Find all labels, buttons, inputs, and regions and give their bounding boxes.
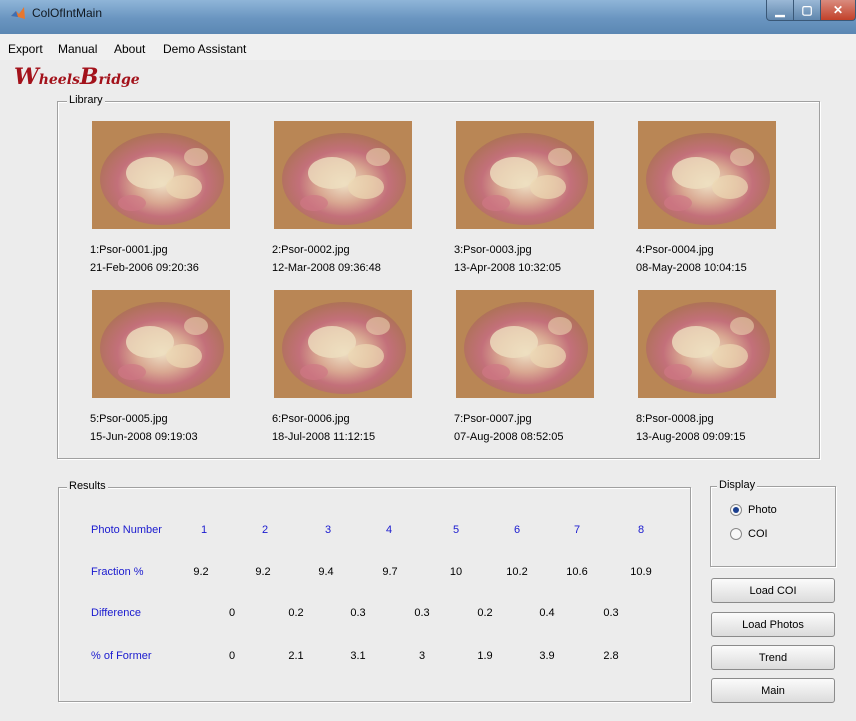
difference-value: 0 — [228, 607, 236, 619]
photo-filename: 3:Psor-0003.jpg — [454, 244, 532, 256]
close-icon: ✕ — [832, 3, 844, 17]
photo-date: 13-Apr-2008 10:32:05 — [454, 262, 562, 274]
difference-value: 0.2 — [288, 607, 304, 619]
difference-value: 0.3 — [414, 607, 430, 619]
photo-number-value: 8 — [637, 524, 645, 536]
photo-thumbnail[interactable] — [456, 121, 594, 229]
close-button[interactable]: ✕ — [820, 0, 856, 21]
radio-coi[interactable]: COI — [730, 528, 768, 540]
photo-thumbnail[interactable] — [638, 121, 776, 229]
difference-value: 0.2 — [477, 607, 493, 619]
pct-former-value: 3 — [418, 650, 426, 662]
main-button[interactable]: Main — [711, 678, 835, 703]
pct-former-value: 3.9 — [539, 650, 555, 662]
photo-thumbnail[interactable] — [92, 121, 230, 229]
menu-about[interactable]: About — [114, 42, 145, 56]
photo-date: 15-Jun-2008 09:19:03 — [90, 431, 198, 443]
menu-bar: Export Manual About Demo Assistant — [0, 34, 856, 60]
pct-former-value: 2.8 — [603, 650, 619, 662]
photo-filename: 5:Psor-0005.jpg — [90, 413, 168, 425]
title-bar: ColOfIntMain ▁ ▢ ✕ — [0, 0, 856, 34]
minimize-icon: ▁ — [775, 3, 785, 17]
difference-value: 0.3 — [350, 607, 366, 619]
photo-thumbnail[interactable] — [274, 121, 412, 229]
photo-thumbnail[interactable] — [456, 290, 594, 398]
minimize-button[interactable]: ▁ — [766, 0, 794, 21]
radio-photo-indicator[interactable] — [730, 504, 742, 516]
load-photos-button[interactable]: Load Photos — [711, 612, 835, 637]
photo-filename: 4:Psor-0004.jpg — [636, 244, 714, 256]
results-group-label: Results — [67, 480, 108, 492]
fraction-label: Fraction % — [91, 566, 144, 578]
photo-filename: 7:Psor-0007.jpg — [454, 413, 532, 425]
photo-thumbnail[interactable] — [92, 290, 230, 398]
library-group-label: Library — [67, 94, 105, 106]
display-group — [710, 486, 836, 567]
maximize-icon: ▢ — [801, 3, 813, 17]
fraction-value: 9.4 — [318, 566, 334, 578]
fraction-value: 10 — [449, 566, 463, 578]
photo-date: 13-Aug-2008 09:09:15 — [636, 431, 746, 443]
fraction-value: 10.2 — [506, 566, 528, 578]
photo-number-value: 1 — [200, 524, 208, 536]
photo-number-value: 5 — [452, 524, 460, 536]
photo-date: 12-Mar-2008 09:36:48 — [272, 262, 381, 274]
photo-number-value: 6 — [513, 524, 521, 536]
photo-date: 07-Aug-2008 08:52:05 — [454, 431, 564, 443]
maximize-button[interactable]: ▢ — [793, 0, 821, 21]
main-window: ColOfIntMain ▁ ▢ ✕ Export Manual About D… — [0, 0, 856, 721]
photo-filename: 8:Psor-0008.jpg — [636, 413, 714, 425]
photo-number-label: Photo Number — [91, 524, 162, 536]
display-group-label: Display — [717, 479, 758, 491]
photo-number-value: 3 — [324, 524, 332, 536]
photo-number-value: 4 — [385, 524, 393, 536]
fraction-value: 10.6 — [566, 566, 588, 578]
photo-date: 18-Jul-2008 11:12:15 — [272, 431, 376, 443]
photo-number-value: 7 — [573, 524, 581, 536]
fraction-value: 9.2 — [255, 566, 271, 578]
pct-former-value: 2.1 — [288, 650, 304, 662]
radio-coi-indicator[interactable] — [730, 528, 742, 540]
fraction-value: 9.7 — [382, 566, 398, 578]
difference-label: Difference — [91, 607, 141, 619]
matlab-icon — [11, 7, 25, 19]
photo-filename: 2:Psor-0002.jpg — [272, 244, 350, 256]
difference-value: 0.3 — [603, 607, 619, 619]
pct-former-label: % of Former — [91, 650, 152, 662]
menu-demo-assistant[interactable]: Demo Assistant — [163, 42, 246, 56]
photo-date: 21-Feb-2006 09:20:36 — [90, 262, 199, 274]
photo-thumbnail[interactable] — [274, 290, 412, 398]
results-group — [58, 487, 691, 702]
load-coi-button[interactable]: Load COI — [711, 578, 835, 603]
difference-value: 0.4 — [539, 607, 555, 619]
photo-number-value: 2 — [261, 524, 269, 536]
photo-filename: 1:Psor-0001.jpg — [90, 244, 168, 256]
photo-filename: 6:Psor-0006.jpg — [272, 413, 350, 425]
fraction-value: 9.2 — [193, 566, 209, 578]
photo-date: 08-May-2008 10:04:15 — [636, 262, 747, 274]
photo-thumbnail[interactable] — [638, 290, 776, 398]
pct-former-value: 1.9 — [477, 650, 493, 662]
fraction-value: 10.9 — [630, 566, 652, 578]
trend-button[interactable]: Trend — [711, 645, 835, 670]
window-title: ColOfIntMain — [32, 6, 103, 20]
radio-photo[interactable]: Photo — [730, 504, 777, 516]
pct-former-value: 0 — [228, 650, 236, 662]
menu-export[interactable]: Export — [8, 42, 43, 56]
pct-former-value: 3.1 — [350, 650, 366, 662]
wheelsbridge-logo: WheelsBridge — [14, 64, 140, 90]
menu-manual[interactable]: Manual — [58, 42, 97, 56]
